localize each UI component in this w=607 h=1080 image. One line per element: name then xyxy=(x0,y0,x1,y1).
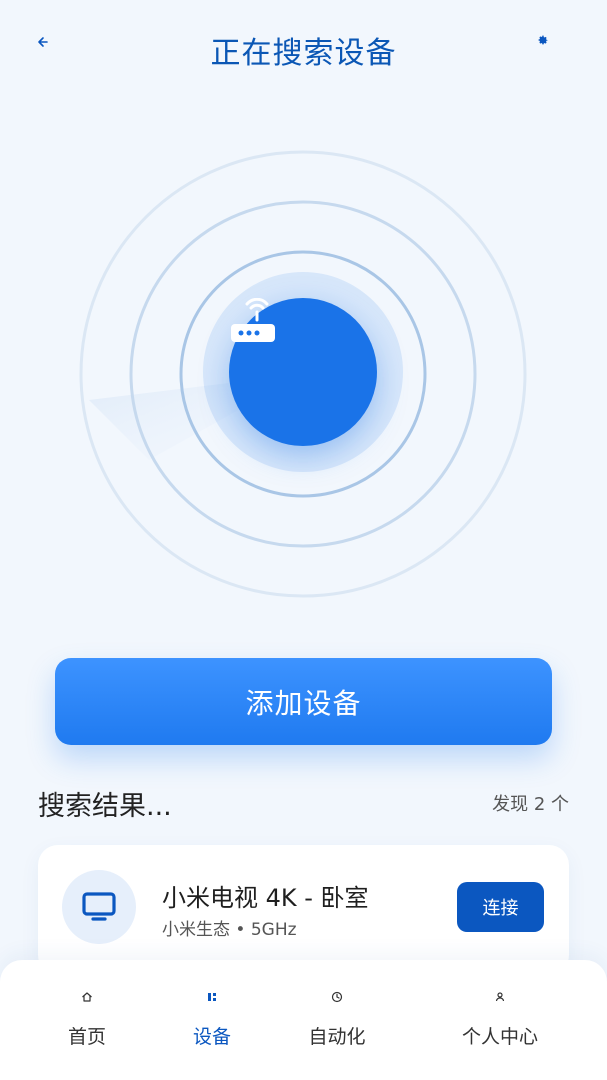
add-device-button[interactable]: 添加设备 xyxy=(55,658,552,745)
gear-icon xyxy=(538,35,548,45)
tv-icon xyxy=(82,892,116,921)
nav-label: 设备 xyxy=(192,1026,231,1048)
nav-item-devices[interactable]: 设备 xyxy=(152,960,272,1080)
devices-icon xyxy=(205,990,219,1004)
scanning-radar xyxy=(79,150,527,598)
scanner-hub xyxy=(229,298,377,446)
nav-label: 个人中心 xyxy=(461,1026,538,1048)
device-meta: 小米生态 • 5GHz xyxy=(162,920,297,940)
device-card[interactable]: 小米电视 4K - 卧室 小米生态 • 5GHz 连接 xyxy=(38,845,569,975)
app-header: 正在搜索设备 xyxy=(0,0,607,100)
connect-button[interactable]: 连接 xyxy=(457,882,544,932)
page-title: 正在搜索设备 xyxy=(210,36,397,71)
results-title: 搜索结果... xyxy=(38,791,172,822)
nav-item-automation[interactable]: 自动化 xyxy=(277,960,397,1080)
person-icon xyxy=(493,990,507,1004)
device-icon-container xyxy=(62,870,136,944)
clock-icon xyxy=(330,990,344,1004)
home-icon xyxy=(80,990,94,1004)
nav-label: 首页 xyxy=(67,1026,106,1048)
settings-button[interactable] xyxy=(531,28,555,52)
bottom-nav: 首页 设备 自动化 个人中心 xyxy=(0,960,607,1080)
nav-item-profile[interactable]: 个人中心 xyxy=(440,960,560,1080)
router-wifi-icon xyxy=(231,298,275,342)
device-name: 小米电视 4K - 卧室 xyxy=(162,884,369,912)
nav-label: 自动化 xyxy=(308,1026,366,1048)
nav-item-home[interactable]: 首页 xyxy=(27,960,147,1080)
results-count: 发现 2 个 xyxy=(492,794,569,815)
